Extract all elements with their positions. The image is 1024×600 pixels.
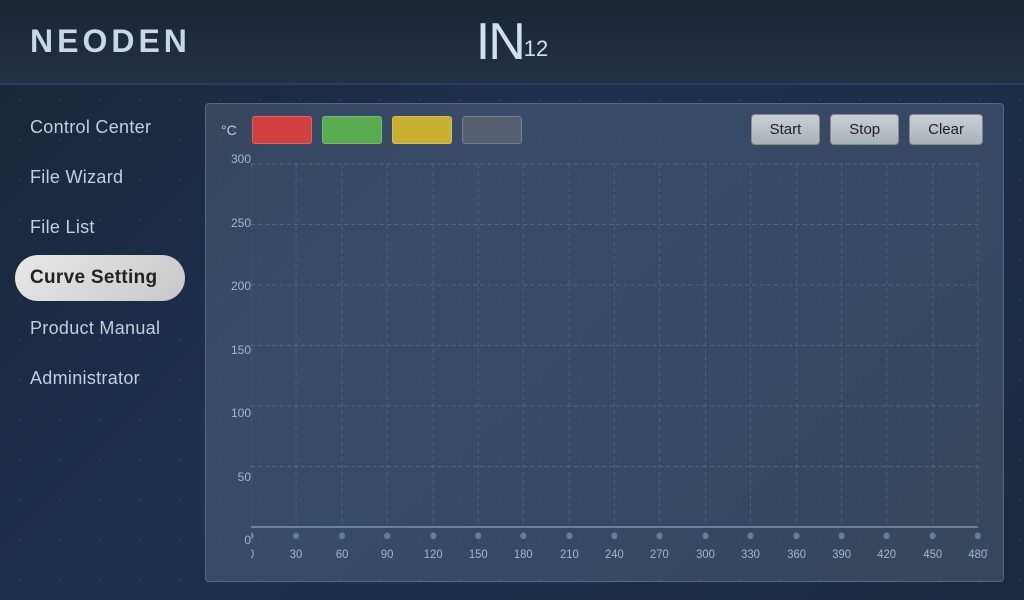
svg-text:210: 210	[560, 547, 579, 560]
svg-text:0: 0	[251, 547, 255, 560]
svg-text:60: 60	[336, 547, 349, 560]
sidebar-item-product-manual[interactable]: Product Manual	[15, 306, 185, 351]
svg-text:390: 390	[832, 547, 851, 560]
unit-label: °C	[221, 122, 237, 138]
model-prefix: IN	[476, 16, 524, 68]
y-label-250: 250	[216, 217, 251, 229]
svg-text:180: 180	[514, 547, 533, 560]
sidebar: Control Center File Wizard File List Cur…	[0, 85, 200, 600]
y-label-200: 200	[216, 280, 251, 292]
time-unit-label: Time/s	[986, 547, 988, 560]
svg-text:240: 240	[605, 547, 624, 560]
y-label-100: 100	[216, 407, 251, 419]
y-label-150: 150	[216, 344, 251, 356]
y-label-0: 0	[216, 534, 251, 546]
stop-button[interactable]: Stop	[830, 114, 899, 145]
y-label-300: 300	[216, 153, 251, 165]
clear-button[interactable]: Clear	[909, 114, 983, 145]
svg-text:150: 150	[469, 547, 488, 560]
sidebar-item-file-list[interactable]: File List	[15, 205, 185, 250]
chart-svg: 0 30 60 90 120 150 180 210 240 270 300 3…	[251, 153, 988, 571]
svg-text:360: 360	[787, 547, 806, 560]
model-logo: IN 12	[476, 16, 548, 68]
legend-green[interactable]	[322, 116, 382, 144]
svg-text:330: 330	[741, 547, 760, 560]
svg-text:90: 90	[381, 547, 394, 560]
sidebar-item-administrator[interactable]: Administrator	[15, 356, 185, 401]
legend-red[interactable]	[252, 116, 312, 144]
brand-logo: NEODEN	[30, 23, 191, 60]
legend-yellow[interactable]	[392, 116, 452, 144]
model-suffix: 12	[524, 36, 548, 62]
chart-plot: 0 30 60 90 120 150 180 210 240 270 300 3…	[251, 153, 988, 571]
sidebar-item-curve-setting[interactable]: Curve Setting	[15, 255, 185, 301]
chart-wrap: 300 250 200 150 100 50 0	[216, 153, 988, 571]
main-layout: Control Center File Wizard File List Cur…	[0, 85, 1024, 600]
y-axis: 300 250 200 150 100 50 0	[216, 153, 251, 571]
svg-text:120: 120	[424, 547, 443, 560]
svg-text:480: 480	[968, 547, 987, 560]
sidebar-item-file-wizard[interactable]: File Wizard	[15, 155, 185, 200]
chart-container: °C Start Stop Clear 300 250 200 150 100 …	[205, 103, 1004, 582]
svg-text:450: 450	[923, 547, 942, 560]
legend-gray[interactable]	[462, 116, 522, 144]
header: NEODEN IN 12	[0, 0, 1024, 85]
svg-text:420: 420	[877, 547, 896, 560]
sidebar-item-control-center[interactable]: Control Center	[15, 105, 185, 150]
start-button[interactable]: Start	[751, 114, 821, 145]
svg-text:300: 300	[696, 547, 715, 560]
svg-text:270: 270	[650, 547, 669, 560]
y-label-50: 50	[216, 471, 251, 483]
svg-text:30: 30	[290, 547, 303, 560]
chart-toolbar: °C Start Stop Clear	[216, 114, 988, 145]
